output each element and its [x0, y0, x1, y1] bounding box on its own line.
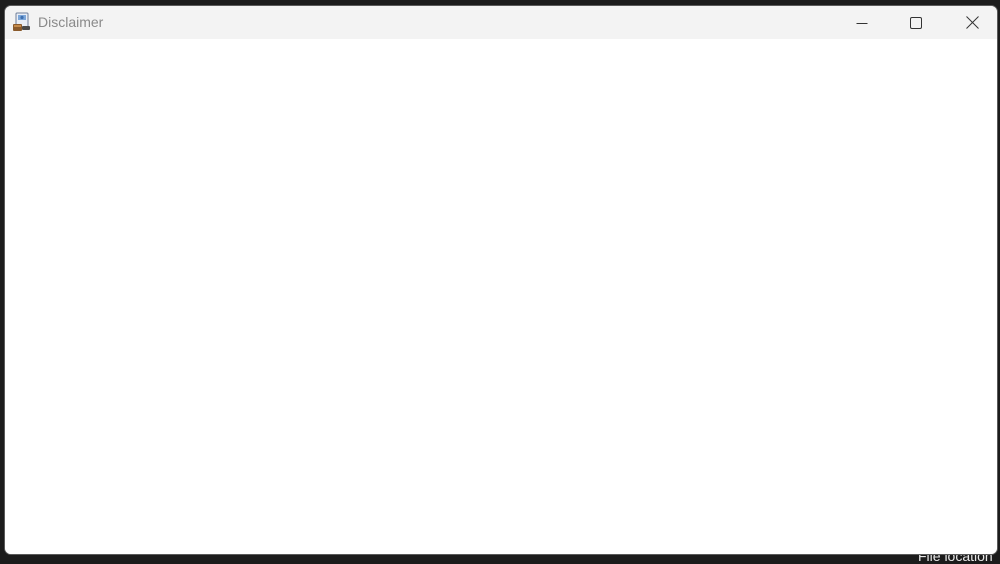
window-title: Disclaimer	[38, 14, 104, 30]
window-content-area	[5, 39, 997, 554]
minimize-button[interactable]	[839, 6, 885, 39]
close-button[interactable]	[949, 6, 995, 39]
title-bar[interactable]: Disclaimer	[5, 6, 997, 39]
maximize-icon	[910, 16, 922, 29]
close-icon	[965, 16, 979, 29]
minimize-icon	[856, 17, 868, 29]
disclaimer-window: Disclaimer	[4, 5, 998, 555]
installer-icon	[12, 12, 32, 32]
maximize-button[interactable]	[893, 6, 939, 39]
